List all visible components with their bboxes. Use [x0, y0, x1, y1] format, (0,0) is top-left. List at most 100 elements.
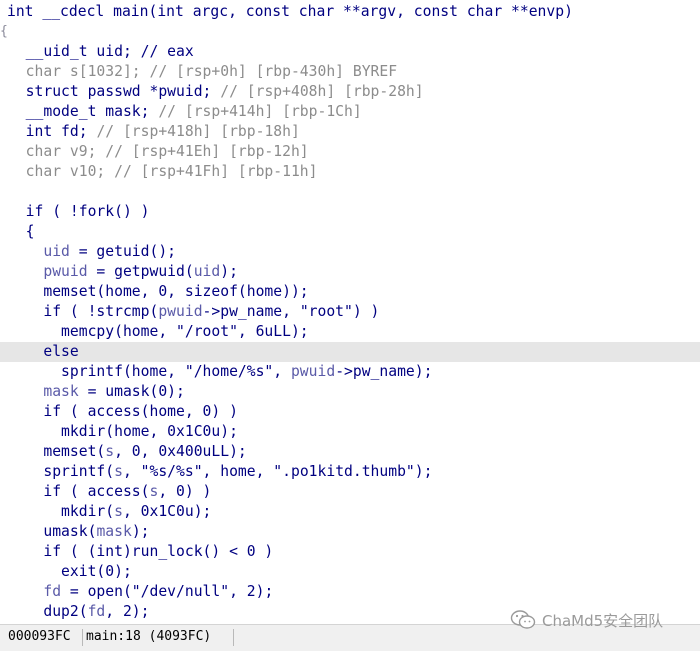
code-line[interactable]: if ( access(home, 0) ): [0, 402, 700, 422]
code-line[interactable]: mask = umask(0);: [0, 382, 700, 402]
code-line[interactable]: char v9; // [rsp+41Eh] [rbp-12h]: [0, 142, 700, 162]
code-line[interactable]: fd = open("/dev/null", 2);: [0, 582, 700, 602]
code-variable: uid: [193, 263, 221, 280]
code-token: , "%s/%s", home, ".po1kitd.thumb");: [122, 463, 433, 480]
code-token: int __cdecl main(int argc, const char **…: [7, 3, 573, 20]
code-line[interactable]: exit(0);: [0, 562, 700, 582]
code-line[interactable]: int __cdecl main(int argc, const char **…: [0, 2, 700, 22]
code-token: mkdir(: [8, 503, 115, 520]
code-line[interactable]: memset(s, 0, 0x400uLL);: [0, 442, 700, 462]
code-token: , 2);: [105, 603, 150, 620]
code-line[interactable]: struct passwd *pwuid; // [rsp+408h] [rbp…: [0, 82, 700, 102]
code-line[interactable]: if ( access(s, 0) ): [0, 482, 700, 502]
code-token: mkdir(home, 0x1C0u);: [8, 423, 238, 440]
code-token: memset(: [8, 443, 106, 460]
code-token: , 0) ): [158, 483, 212, 500]
code-token: sprintf(home, "/home/%s",: [8, 363, 291, 380]
line-gutter: [0, 602, 8, 622]
line-gutter: {: [0, 24, 8, 39]
code-text: memcpy(home, "/root", 6uLL);: [8, 322, 309, 342]
code-line[interactable]: __mode_t mask; // [rsp+414h] [rbp-1Ch]: [0, 102, 700, 122]
code-line[interactable]: sprintf(s, "%s/%s", home, ".po1kitd.thum…: [0, 462, 700, 482]
code-text: struct passwd *pwuid; // [rsp+408h] [rbp…: [8, 82, 424, 102]
code-line[interactable]: if ( (int)run_lock() < 0 ): [0, 542, 700, 562]
code-text: if ( access(s, 0) ): [8, 482, 211, 502]
code-line[interactable]: char s[1032]; // [rsp+0h] [rbp-430h] BYR…: [0, 62, 700, 82]
line-gutter: [0, 522, 8, 542]
code-line[interactable]: umask(mask);: [0, 522, 700, 542]
code-text: mkdir(home, 0x1C0u);: [8, 422, 238, 442]
code-text: sprintf(s, "%s/%s", home, ".po1kitd.thum…: [8, 462, 432, 482]
code-token: int fd;: [8, 123, 97, 140]
code-line[interactable]: memset(home, 0, sizeof(home));: [0, 282, 700, 302]
code-text: if ( (int)run_lock() < 0 ): [8, 542, 273, 562]
code-text: __mode_t mask; // [rsp+414h] [rbp-1Ch]: [8, 102, 362, 122]
line-gutter: [0, 182, 8, 202]
code-text: char v9; // [rsp+41Eh] [rbp-12h]: [8, 142, 309, 162]
line-gutter: [0, 302, 8, 322]
line-gutter: [0, 442, 8, 462]
code-line[interactable]: mkdir(s, 0x1C0u);: [0, 502, 700, 522]
code-token: = umask(0);: [78, 383, 185, 400]
code-text: umask(mask);: [8, 522, 150, 542]
code-line[interactable]: {: [0, 22, 700, 42]
code-text: char v10; // [rsp+41Fh] [rbp-11h]: [8, 162, 318, 182]
code-text: __uid_t uid; // eax: [8, 42, 194, 62]
code-text: char s[1032]; // [rsp+0h] [rbp-430h] BYR…: [8, 62, 397, 82]
code-line[interactable]: int fd; // [rsp+418h] [rbp-18h]: [0, 122, 700, 142]
code-text: if ( !fork() ): [8, 202, 150, 222]
code-text: mkdir(s, 0x1C0u);: [8, 502, 211, 522]
status-address: 000093FC: [8, 629, 71, 644]
code-token: );: [220, 263, 238, 280]
code-variable: pwuid: [43, 263, 88, 280]
code-text: {: [8, 222, 35, 242]
code-line[interactable]: sprintf(home, "/home/%s", pwuid->pw_name…: [0, 362, 700, 382]
status-separator: [82, 629, 83, 646]
code-variable: s: [149, 483, 159, 500]
code-line[interactable]: char v10; // [rsp+41Fh] [rbp-11h]: [0, 162, 700, 182]
code-comment: // [rsp+414h] [rbp-1Ch]: [158, 103, 362, 120]
code-variable: fd: [43, 583, 62, 600]
code-line[interactable]: mkdir(home, 0x1C0u);: [0, 422, 700, 442]
code-text: sprintf(home, "/home/%s", pwuid->pw_name…: [8, 362, 432, 382]
code-variable: fd: [87, 603, 106, 620]
watermark-text: ChaMd5安全团队: [542, 611, 664, 630]
code-text: memset(s, 0, 0x400uLL);: [8, 442, 246, 462]
line-gutter: [0, 562, 8, 582]
pseudocode-view[interactable]: int __cdecl main(int argc, const char **…: [0, 0, 700, 624]
code-line[interactable]: __uid_t uid; // eax: [0, 42, 700, 62]
code-token: else: [8, 343, 79, 360]
line-gutter: [0, 502, 8, 522]
code-text: int fd; // [rsp+418h] [rbp-18h]: [8, 122, 300, 142]
code-line[interactable]: if ( !strcmp(pwuid->pw_name, "root") ): [0, 302, 700, 322]
code-line[interactable]: memcpy(home, "/root", 6uLL);: [0, 322, 700, 342]
line-gutter: [0, 122, 8, 142]
code-text: if ( !strcmp(pwuid->pw_name, "root") ): [8, 302, 379, 322]
status-location: main:18 (4093FC): [86, 629, 212, 644]
code-line[interactable]: uid = getuid();: [0, 242, 700, 262]
code-comment: // [rsp+408h] [rbp-28h]: [220, 83, 424, 100]
line-gutter: [0, 342, 8, 362]
code-token: , 0x1C0u);: [122, 503, 212, 520]
code-text: else: [8, 342, 79, 362]
line-gutter: [0, 582, 8, 602]
line-gutter: [0, 82, 8, 102]
code-variable: s: [105, 443, 115, 460]
code-token: umask(: [8, 523, 97, 540]
line-gutter: [0, 162, 8, 182]
code-token: ->pw_name, "root") ): [202, 303, 380, 320]
code-variable: mask: [43, 383, 79, 400]
code-line[interactable]: {: [0, 222, 700, 242]
code-line[interactable]: pwuid = getpwuid(uid);: [0, 262, 700, 282]
code-variable: mask: [96, 523, 132, 540]
code-text: dup2(fd, 2);: [8, 602, 150, 622]
code-line[interactable]: [0, 182, 700, 202]
line-gutter: [0, 222, 8, 242]
code-token: );: [131, 523, 150, 540]
code-line[interactable]: if ( !fork() ): [0, 202, 700, 222]
code-line[interactable]: else: [0, 342, 700, 362]
